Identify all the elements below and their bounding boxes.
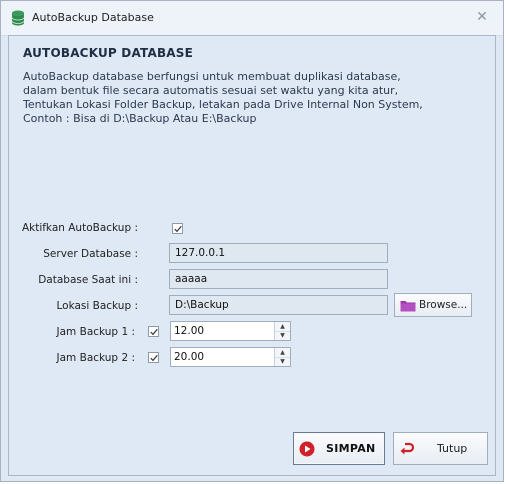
autobackup-window: AutoBackup Database ✕ AUTOBACKUP DATABAS… <box>0 0 504 482</box>
close-icon[interactable]: ✕ <box>474 9 490 25</box>
jam2-value[interactable]: 20.00 <box>174 350 204 365</box>
title-bar: AutoBackup Database ✕ <box>1 1 503 36</box>
folder-icon <box>400 301 416 312</box>
jam1-label: Jam Backup 1 : <box>56 326 135 338</box>
database-icon <box>11 10 25 26</box>
description: AutoBackup database berfungsi untuk memb… <box>23 70 423 126</box>
lokasi-label: Lokasi Backup : <box>56 300 138 312</box>
spin-down-icon[interactable]: ▼ <box>275 331 290 340</box>
check-icon <box>150 354 158 362</box>
description-line: AutoBackup database berfungsi untuk memb… <box>23 70 401 83</box>
jam2-label: Jam Backup 2 : <box>56 352 135 364</box>
undo-arrow-icon <box>400 442 414 455</box>
jam1-value[interactable]: 12.00 <box>174 324 204 339</box>
simpan-label: SIMPAN <box>326 442 376 455</box>
jam2-checkbox[interactable] <box>148 352 159 363</box>
save-record-icon <box>299 441 315 457</box>
description-line: Contoh : Bisa di D:\Backup Atau E:\Backu… <box>23 112 257 125</box>
description-line: dalam bentuk file secara automatis sesua… <box>23 84 399 97</box>
tutup-button[interactable]: Tutup <box>393 432 488 465</box>
jam2-spinner[interactable]: 20.00 ▲ ▼ <box>170 347 291 367</box>
description-line: Tentukan Lokasi Folder Backup, letakan p… <box>23 98 423 111</box>
check-icon <box>150 328 158 336</box>
simpan-button[interactable]: SIMPAN <box>293 432 385 465</box>
browse-label: Browse... <box>419 299 468 311</box>
spin-down-icon[interactable]: ▼ <box>275 357 290 366</box>
browse-button[interactable]: Browse... <box>394 293 472 317</box>
tutup-label: Tutup <box>437 442 468 455</box>
database-label: Database Saat ini : <box>38 274 138 286</box>
page-title: AUTOBACKUP DATABASE <box>23 46 194 60</box>
aktifkan-checkbox[interactable] <box>172 223 183 234</box>
jam1-arrows: ▲ ▼ <box>274 322 290 340</box>
jam1-spinner[interactable]: 12.00 ▲ ▼ <box>170 321 291 341</box>
check-icon <box>174 225 182 233</box>
window-title: AutoBackup Database <box>32 11 154 24</box>
aktifkan-label: Aktifkan AutoBackup : <box>21 222 138 234</box>
database-field: aaaaa <box>169 269 388 289</box>
jam2-arrows: ▲ ▼ <box>274 348 290 366</box>
lokasi-field[interactable]: D:\Backup <box>169 295 388 315</box>
main-panel: AUTOBACKUP DATABASE AutoBackup database … <box>8 35 496 476</box>
jam1-checkbox[interactable] <box>148 326 159 337</box>
server-label: Server Database : <box>43 248 138 260</box>
server-field: 127.0.0.1 <box>169 243 388 263</box>
